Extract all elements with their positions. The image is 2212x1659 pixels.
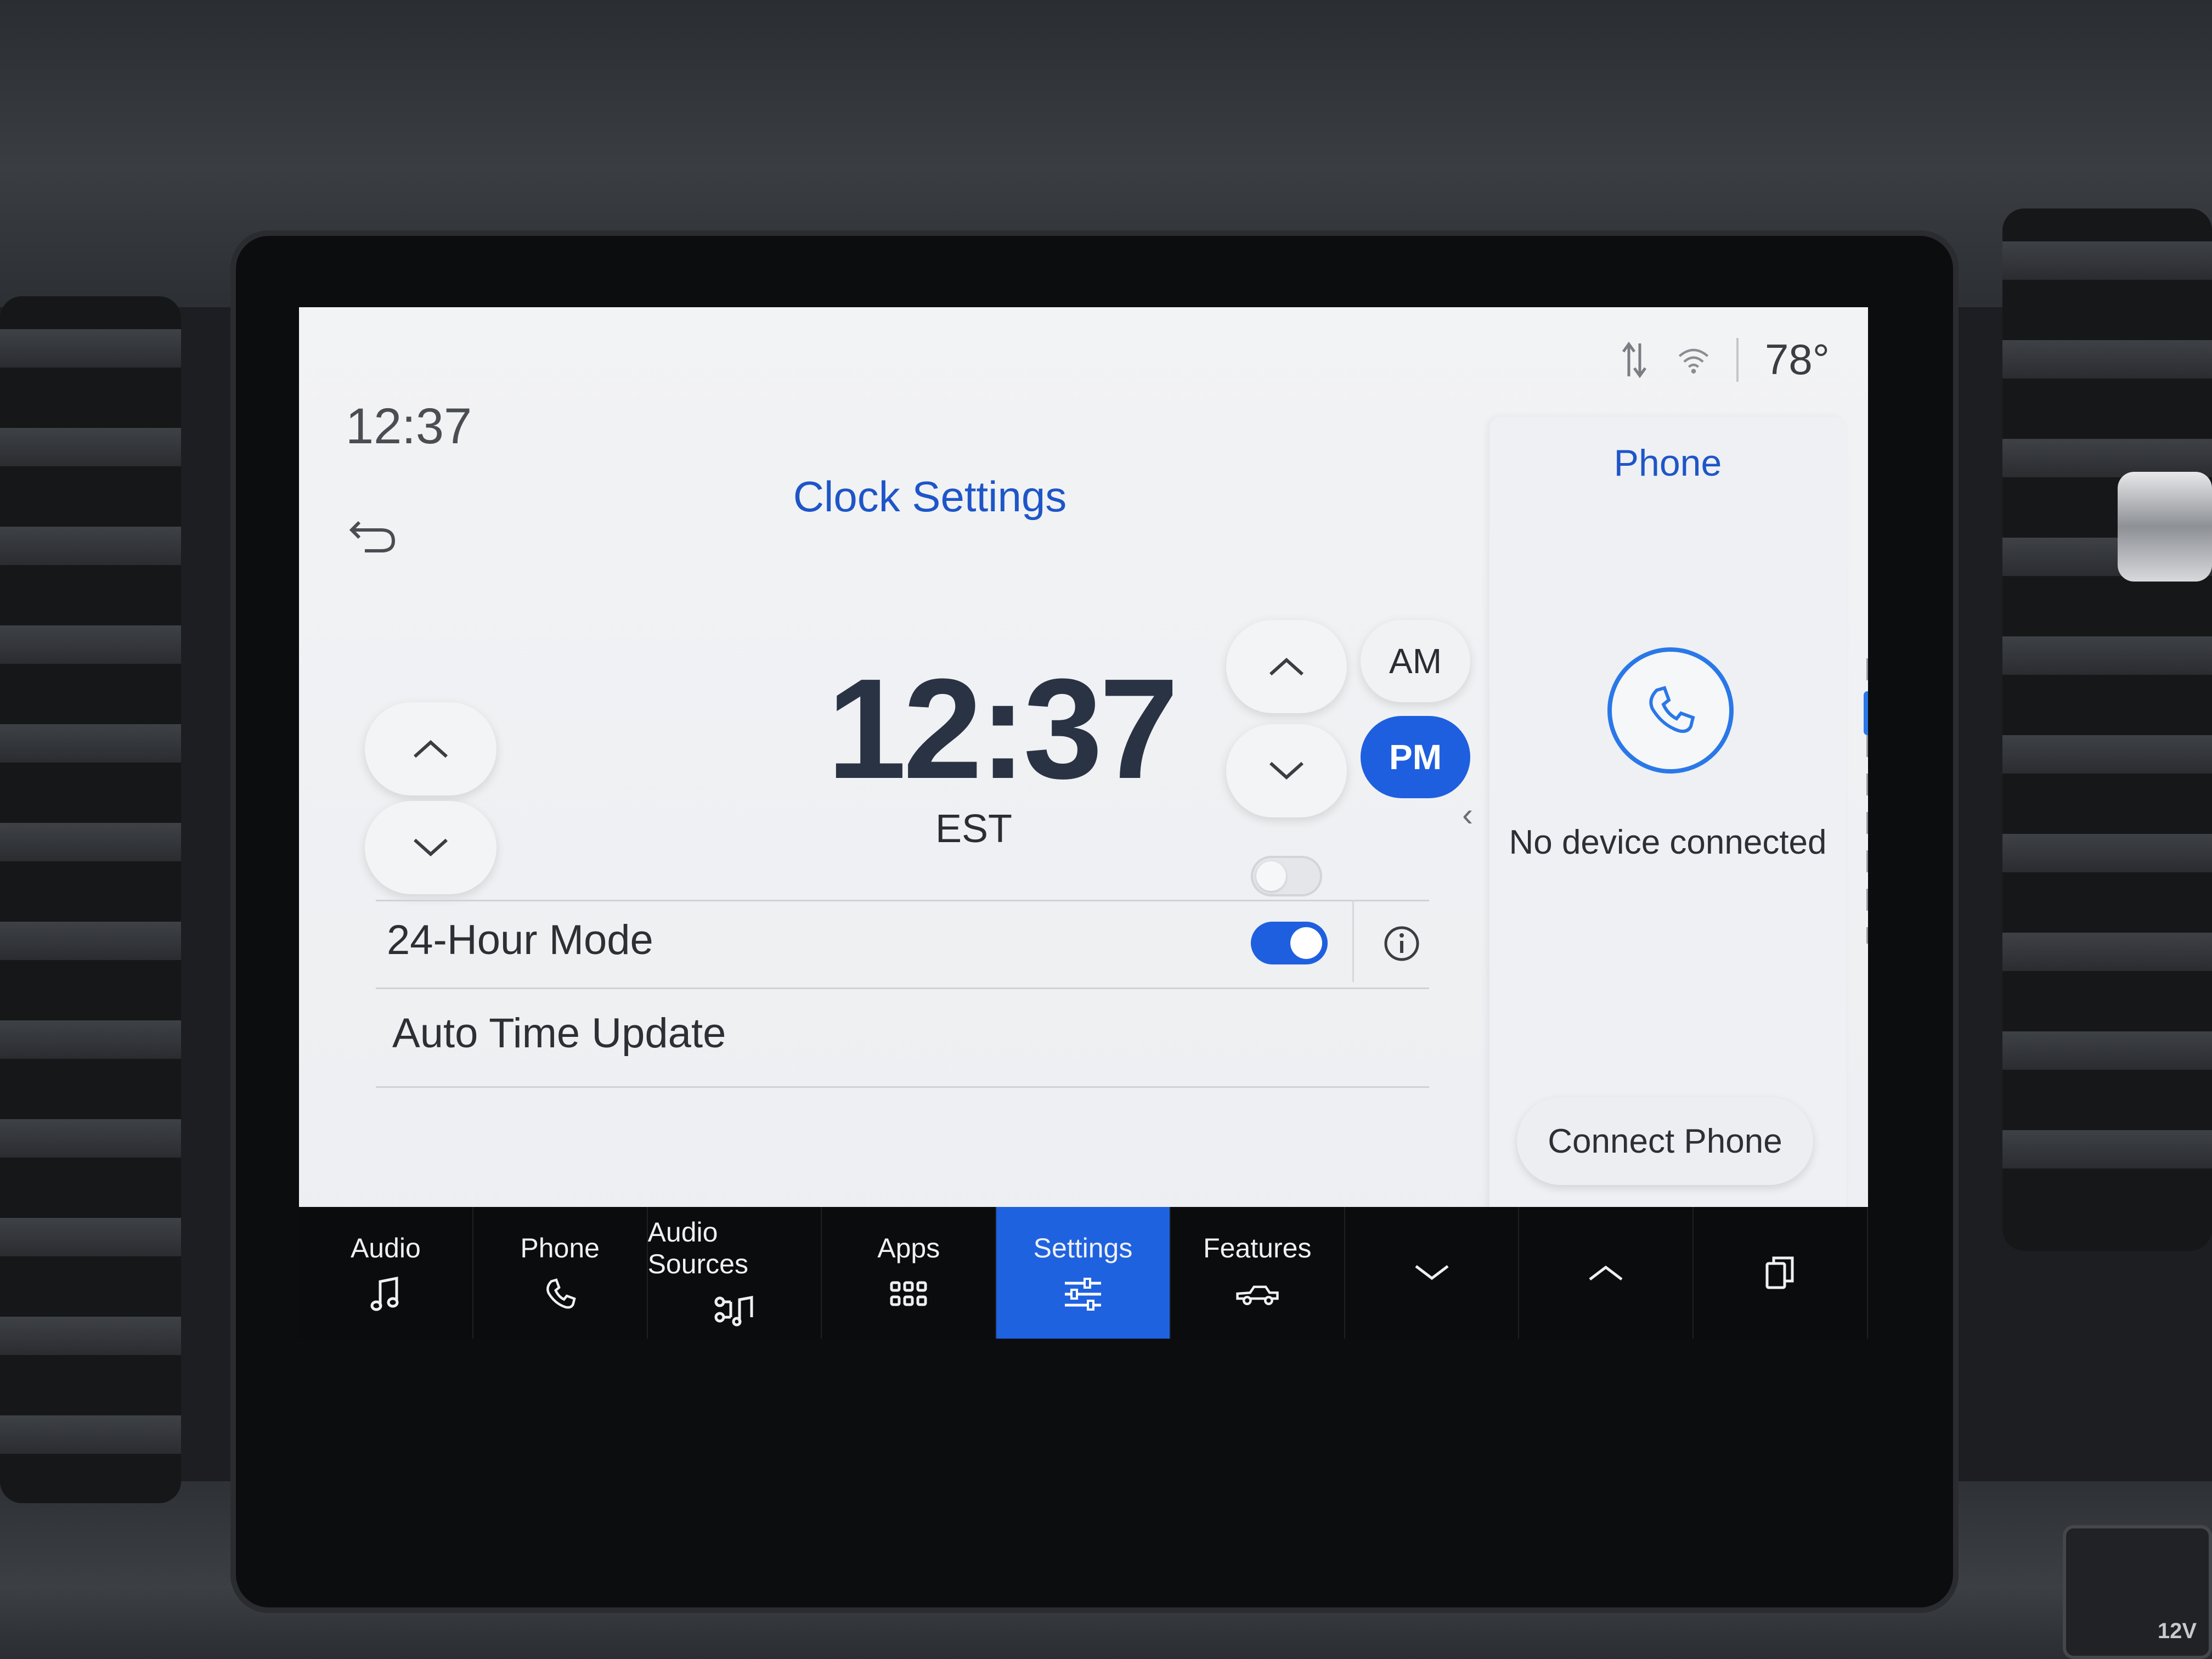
nav-settings[interactable]: Settings — [996, 1207, 1171, 1339]
panel-scroll-thumb[interactable] — [1864, 691, 1868, 735]
nav-audio-label: Audio — [350, 1233, 421, 1263]
chevron-up-icon — [1269, 657, 1304, 676]
back-button[interactable] — [343, 505, 403, 565]
24-hour-mode-label: 24-Hour Mode — [387, 917, 653, 963]
nav-audio-sources-label: Audio Sources — [647, 1217, 748, 1279]
infotainment-screen: 12:37 78° Clock Settings 12:37 EST AM PM… — [299, 307, 1868, 1339]
nav-features[interactable]: Features — [1171, 1207, 1345, 1339]
phone-status-text: No device connected — [1509, 823, 1827, 861]
phone-icon — [538, 1275, 582, 1313]
phone-side-panel: Phone No device connected Connect Phone — [1489, 417, 1846, 1339]
auto-time-update-label: Auto Time Update — [392, 1010, 726, 1057]
toggle-knob — [1290, 927, 1322, 959]
nav-features-label: Features — [1203, 1233, 1312, 1263]
row-divider — [376, 988, 1429, 989]
chevron-down-icon — [1269, 761, 1304, 780]
nav-apps[interactable]: Apps — [822, 1207, 997, 1339]
minute-up-button[interactable] — [1226, 620, 1347, 713]
row-divider — [376, 900, 1429, 901]
page-title: Clock Settings — [793, 472, 1067, 521]
status-bar: 78° — [1618, 335, 1830, 385]
am-button[interactable]: AM — [1361, 620, 1470, 702]
data-transfer-icon — [1618, 338, 1651, 382]
chevron-up-icon — [1584, 1254, 1628, 1292]
phone-icon — [1649, 686, 1695, 733]
24-hour-mode-toggle[interactable] — [1251, 856, 1322, 896]
bottom-nav-bar: Audio Phone Audio Sources Apps Settings … — [299, 1207, 1869, 1339]
right-air-vent — [2002, 208, 2212, 1251]
sliders-icon — [1061, 1275, 1105, 1313]
hour-down-button[interactable] — [365, 801, 496, 894]
phone-status-button[interactable] — [1607, 647, 1734, 774]
info-icon — [1384, 926, 1419, 961]
phone-panel-title: Phone — [1613, 442, 1722, 484]
toggle-knob — [1256, 861, 1286, 891]
nav-windows[interactable] — [1694, 1207, 1869, 1339]
chevron-up-icon — [413, 740, 448, 758]
chevron-down-icon — [1410, 1254, 1454, 1292]
power-outlet-label: 12V — [2157, 1619, 2197, 1643]
info-button[interactable] — [1374, 916, 1429, 971]
power-outlet: 12V — [2063, 1525, 2212, 1659]
windows-icon — [1758, 1254, 1802, 1292]
apps-grid-icon — [887, 1275, 930, 1313]
music-note-icon — [364, 1275, 408, 1313]
clock-display: 12:37 — [827, 650, 1179, 809]
status-clock: 12:37 — [346, 398, 472, 454]
audio-sources-icon — [712, 1291, 756, 1329]
hour-up-button[interactable] — [365, 702, 496, 795]
connect-phone-button[interactable]: Connect Phone — [1517, 1097, 1813, 1185]
nav-scroll-up[interactable] — [1519, 1207, 1694, 1339]
row-divider — [376, 1086, 1429, 1088]
nav-audio-sources[interactable]: Audio Sources — [648, 1207, 822, 1339]
back-arrow-icon — [349, 521, 396, 552]
vent-adjust-knob — [2118, 472, 2212, 582]
nav-settings-label: Settings — [1033, 1233, 1133, 1263]
truck-icon — [1235, 1275, 1279, 1313]
row-vertical-divider — [1352, 900, 1354, 982]
nav-phone-label: Phone — [520, 1233, 600, 1263]
auto-time-update-toggle[interactable] — [1251, 922, 1328, 964]
nav-audio[interactable]: Audio — [299, 1207, 473, 1339]
panel-collapse-chevron-icon[interactable]: ‹ — [1462, 795, 1473, 833]
wifi-icon — [1677, 338, 1710, 382]
timezone-label: EST — [935, 807, 1013, 851]
chevron-down-icon — [413, 838, 448, 857]
nav-scroll-down[interactable] — [1345, 1207, 1520, 1339]
status-separator — [1736, 337, 1739, 382]
minute-down-button[interactable] — [1226, 724, 1347, 817]
outside-temperature: 78° — [1765, 335, 1830, 383]
left-air-vent — [0, 296, 181, 1503]
nav-phone[interactable]: Phone — [473, 1207, 648, 1339]
pm-button[interactable]: PM — [1361, 716, 1470, 798]
nav-apps-label: Apps — [877, 1233, 940, 1263]
